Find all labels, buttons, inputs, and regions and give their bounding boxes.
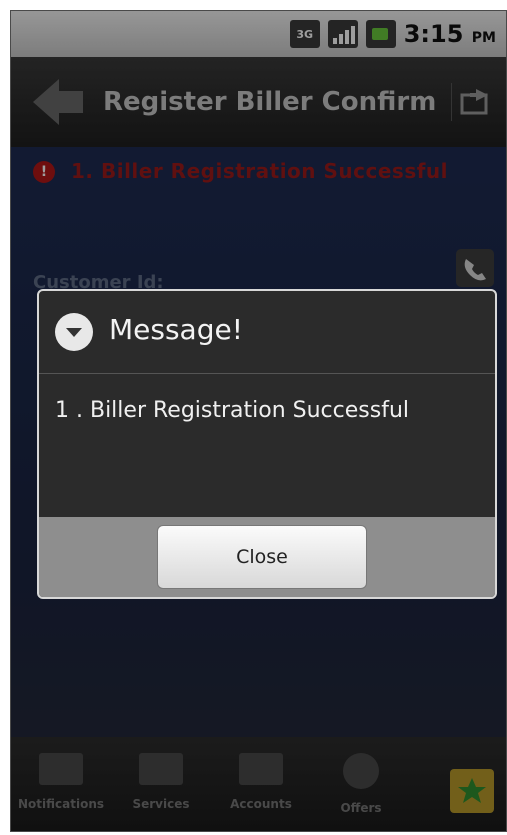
dialog-footer: Close xyxy=(39,517,495,597)
close-button[interactable]: Close xyxy=(157,525,367,589)
dialog-header: Message! xyxy=(39,291,495,374)
dropdown-circle-icon xyxy=(55,313,93,351)
message-dialog: Message! 1 . Biller Registration Success… xyxy=(37,289,497,599)
dialog-title: Message! xyxy=(109,313,243,346)
dialog-message: 1 . Biller Registration Successful xyxy=(55,398,409,423)
phone-screen: 3G 3:15 PM Register Biller Confirm ! 1. xyxy=(10,10,507,832)
